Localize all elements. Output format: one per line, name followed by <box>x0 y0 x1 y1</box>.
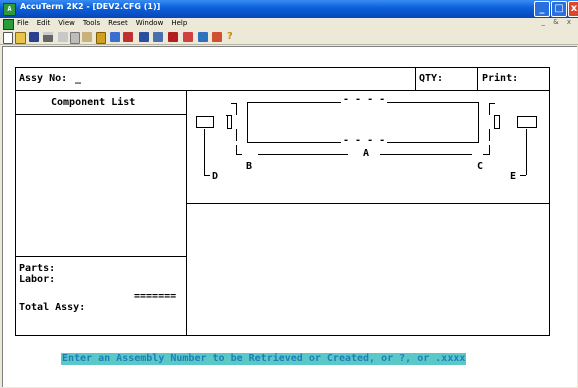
terminal-screen[interactable]: Assy No: _ QTY: Print: Component List Pa… <box>2 46 577 387</box>
menu-window[interactable]: Window <box>136 19 164 27</box>
form-rule-top <box>15 90 550 91</box>
total-separator: ======= <box>134 291 177 302</box>
status-message: Enter an Assembly Number to be Retrieved… <box>61 353 467 365</box>
close-button[interactable]: x <box>568 1 578 17</box>
form-rule-left <box>15 67 16 335</box>
menu-edit[interactable]: Edit <box>37 19 51 27</box>
settings-icon[interactable] <box>123 32 133 42</box>
diagram-top-dashes: - - - - <box>341 94 388 106</box>
save-icon[interactable] <box>29 32 39 42</box>
document-icon[interactable] <box>3 19 14 30</box>
menu-file[interactable]: File <box>17 19 29 27</box>
total-assy-label: Total Assy: <box>19 302 86 313</box>
open-icon[interactable] <box>15 32 26 44</box>
help-icon[interactable]: ? <box>227 32 237 42</box>
paste-icon[interactable] <box>82 32 92 42</box>
application-window: A AccuTerm 2K2 - [DEV2.CFG (1)] _ □ x Fi… <box>0 0 578 388</box>
toolbar: ? <box>0 30 578 45</box>
list-header-rule <box>15 114 187 115</box>
mdi-controls[interactable]: _ & x <box>541 18 574 26</box>
menu-bar: File Edit View Tools Reset Window Help _… <box>0 18 578 30</box>
assy-input[interactable]: _ <box>75 73 81 85</box>
diagram-bottom-rule <box>186 203 550 204</box>
form-rule-outer-top <box>15 67 550 68</box>
print-label: Print: <box>482 73 519 84</box>
terminal-icon[interactable]: A <box>3 3 16 16</box>
label-c: C <box>477 161 484 172</box>
form-rule-right <box>549 67 550 335</box>
window-title: AccuTerm 2K2 - [DEV2.CFG (1)] <box>20 2 161 11</box>
label-a: A <box>363 148 370 159</box>
title-bar[interactable]: A AccuTerm 2K2 - [DEV2.CFG (1)] _ □ x <box>0 0 578 18</box>
labor-label: Labor: <box>19 274 56 285</box>
form-rule-bottom <box>15 335 550 336</box>
new-icon[interactable] <box>3 32 13 44</box>
assy-label: Assy No: <box>19 73 68 84</box>
menu-help[interactable]: Help <box>171 19 187 27</box>
label-b: B <box>246 161 253 172</box>
qty-divider <box>415 67 416 90</box>
menu-tools[interactable]: Tools <box>83 19 100 27</box>
copy-icon[interactable] <box>70 32 80 44</box>
capture-icon[interactable] <box>168 32 178 42</box>
totals-rule <box>15 256 187 257</box>
component-list-header: Component List <box>51 97 136 108</box>
print-icon[interactable] <box>43 32 53 42</box>
kermit-icon[interactable] <box>183 32 193 42</box>
options-icon[interactable] <box>212 32 222 42</box>
diagram-bottom-dashes: - - - - <box>341 135 388 147</box>
label-d: D <box>212 171 219 182</box>
label-e: E <box>510 171 517 182</box>
cut-icon[interactable] <box>58 32 68 42</box>
print-divider <box>477 67 478 90</box>
screen-icon[interactable] <box>139 32 149 42</box>
maximize-button[interactable]: □ <box>551 1 567 17</box>
minimize-button[interactable]: _ <box>534 1 550 17</box>
menu-view[interactable]: View <box>58 19 75 27</box>
transfer-icon[interactable] <box>110 32 120 42</box>
list-divider <box>186 90 187 335</box>
macro-icon[interactable] <box>96 32 106 44</box>
record-icon[interactable] <box>198 32 208 42</box>
diagram-block-right <box>517 116 537 128</box>
menu-reset[interactable]: Reset <box>108 19 128 27</box>
diagram-block-left <box>196 116 214 128</box>
qty-label: QTY: <box>419 73 444 84</box>
keyboard-icon[interactable] <box>153 32 163 42</box>
